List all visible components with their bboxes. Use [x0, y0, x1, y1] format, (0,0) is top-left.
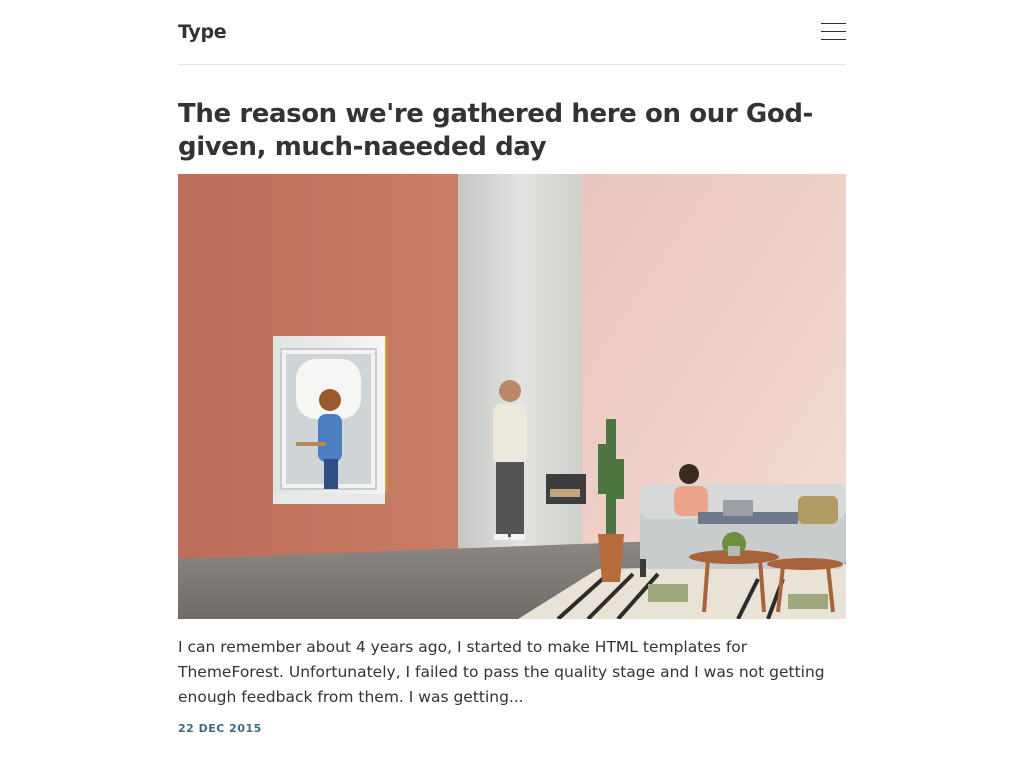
site-logo[interactable]: Type [178, 21, 227, 43]
post-excerpt: I can remember about 4 years ago, I star… [178, 638, 825, 706]
post-title: The reason we're gathered here on our Go… [178, 98, 846, 164]
hamburger-menu-icon[interactable] [821, 23, 846, 41]
post-date: 22 DEC 2015 [178, 722, 262, 735]
menu-line [821, 23, 846, 24]
site-header: Type [178, 0, 846, 65]
post-image[interactable] [178, 174, 846, 619]
menu-line [821, 39, 846, 40]
post-card: The reason we're gathered here on our Go… [178, 98, 846, 735]
post-title-link[interactable]: The reason we're gathered here on our Go… [178, 99, 813, 162]
menu-line [821, 31, 846, 32]
page-container: Type The reason we're gathered here on o… [178, 0, 846, 735]
